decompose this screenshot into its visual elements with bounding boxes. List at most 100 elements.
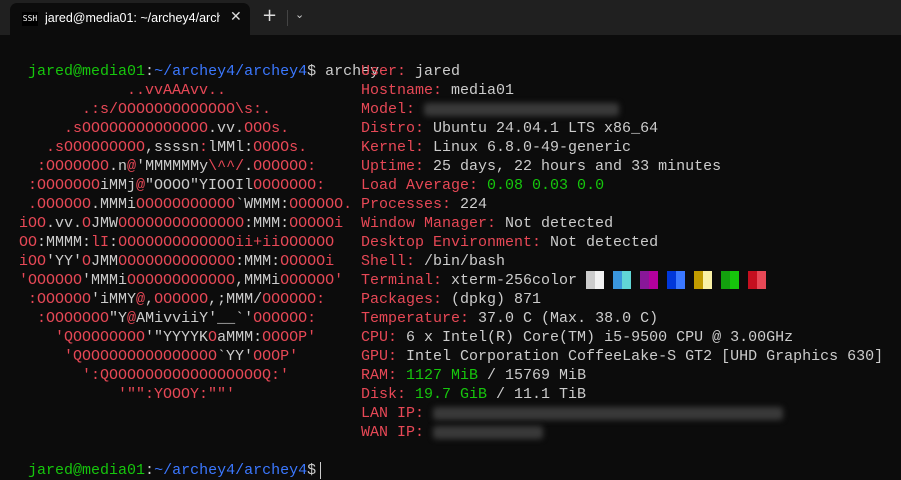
logo-line: OO:MMMM:lI:OOOOOOOOOOOOOii+iiOOOOOO [10,233,334,252]
color-swatch-pair [640,271,659,290]
tab-ssh-session[interactable]: SSH jared@media01: ~/archey4/archey4 ✕ [10,3,250,35]
logo-segment: 'MMMi [82,272,128,289]
logo-segment: OOOOP' [262,329,317,346]
close-tab-icon[interactable]: ✕ [230,9,242,25]
color-swatch [640,271,650,290]
logo-segment: OOOOOOOOOOOOOO [118,215,245,232]
info-value: 6 x Intel(R) Core(TM) i5-9500 CPU @ 3.00… [406,329,794,346]
logo-segment: @ [127,310,137,327]
tab-title: jared@media01: ~/archey4/archey4 [45,11,220,25]
logo-segment: ,MMMi [235,272,281,289]
info-label: Shell: [361,253,416,270]
info-value: Linux 6.8.0-49-generic [433,139,632,156]
info-value: / 15769 MiB [478,367,587,384]
logo-segment: iOO [10,253,47,270]
logo-segment: OOOOOO. [289,196,353,213]
info-label: Window Manager: [361,215,497,232]
logo-segment: JMW [91,215,119,232]
logo-line: :OOOOOO'iMMY@,OOOOOO,;MMM/OOOOOO: [10,290,325,309]
logo-segment: lMMl: [208,139,254,156]
color-swatch [613,271,623,290]
info-row: Packages: (dpkg) 871 [361,290,541,309]
info-value: / 11.1 TiB [487,386,587,403]
ssh-icon: SSH [22,12,38,26]
logo-segment: :MMM: [244,215,290,232]
logo-line: 'QOOOOOOOO'"YYYYKOaMMM:OOOOP' [10,328,316,347]
info-value-highlight: 19.7 GiB [415,386,488,403]
info-label: Desktop Environment: [361,234,542,251]
logo-segment: @ [127,158,137,175]
info-row: CPU: 6 x Intel(R) Core(TM) i5-9500 CPU @… [361,328,793,347]
color-swatch-pair [586,271,605,290]
prompt-colon: : [145,462,155,479]
logo-segment: ':QOOOOOOOOOOOOOOOOOQ:' [10,367,290,384]
info-value: 37.0 C (Max. 38.0 C) [478,310,659,327]
info-value-highlight: 0.08 0.03 0.0 [487,177,605,194]
redacted-value [424,102,620,116]
info-value: jared [415,63,461,80]
logo-segment: O [82,253,92,270]
info-label: Hostname: [361,82,443,99]
logo-segment: ,;MMM/ [208,291,263,308]
logo-line: ':QOOOOOOOOOOOOOOOOOQ:' [10,366,289,385]
logo-line: 'OOOOOO'MMMiOOOOOOOOOOOO,MMMiOOOOOO' [10,271,343,290]
logo-segment: OOOP' [253,348,299,365]
info-label: Model: [361,101,416,118]
redacted-value [433,406,784,420]
logo-segment: JMM [91,253,119,270]
info-label: WAN IP: [361,424,425,441]
new-tab-button[interactable]: + [262,5,277,26]
logo-segment: OOOOOO' [280,272,344,289]
logo-line: '"":YOOOY:""' [10,385,235,404]
prompt-user-host: jared@media01 [28,462,146,479]
logo-line: :OOOOOOO.n@'MMMMMMy\^^/.OOOOOO: [10,157,316,176]
info-row: RAM: 1127 MiB / 15769 MiB [361,366,586,385]
logo-segment: .:s/OOOOOOOOOOOOO\s:. [10,101,272,118]
logo-line: :OOOOOOO"Y@AMivviiY'__`'OOOOOO: [10,309,316,328]
logo-segment: :OOOOOOO [10,158,110,175]
info-label: GPU: [361,348,398,365]
logo-segment: O [82,215,92,232]
logo-line: 'QOOOOOOOOOOOOOOO`YY'OOOP' [10,347,298,366]
info-label: Temperature: [361,310,470,327]
color-swatch [622,271,632,290]
logo-segment: @ [136,291,146,308]
logo-segment: 'YY' [46,253,83,270]
logo-segment: iMMj [100,177,137,194]
logo-segment: OOOOOi [289,215,344,232]
logo-segment: OOOOOOOOOOOO [127,272,236,289]
color-swatch-pair [748,271,767,290]
logo-segment: OOOOOOOOOOO [136,196,236,213]
info-label: Terminal: [361,272,443,289]
info-value: Not detected [505,215,614,232]
logo-segment: .sOOOOOOOOO [10,139,146,156]
logo-segment: : [199,139,209,156]
info-label: User: [361,63,407,80]
color-swatch [757,271,767,290]
info-label: Kernel: [361,139,425,156]
info-value-highlight: 1127 MiB [406,367,479,384]
logo-segment: '"":YOOOY:""' [10,386,236,403]
info-row: Uptime: 25 days, 22 hours and 33 minutes [361,157,721,176]
color-swatch [676,271,686,290]
info-label: RAM: [361,367,398,384]
color-swatch-pair [721,271,740,290]
logo-segment: 'QOOOOOOOO [10,329,146,346]
info-label: Uptime: [361,158,425,175]
logo-segment: .vv. [208,120,245,137]
input-line[interactable]: jared@media01:~/archey4/archey4$ [10,442,322,479]
prompt-path: ~/archey4/archey4 [154,63,308,80]
logo-segment: "OOOO"YIOOIl [145,177,254,194]
logo-segment: :OOOOOOO [10,310,110,327]
color-swatch [730,271,740,290]
logo-segment: OOOOs. [253,139,308,156]
logo-segment: OOOOOO: [253,158,317,175]
chevron-down-icon[interactable]: ⌄ [295,8,304,21]
logo-segment: .vv. [46,215,83,232]
logo-segment: .MMMi [91,196,137,213]
logo-segment: 'iMMY [91,291,137,308]
logo-segment: : [109,234,119,251]
logo-line: .OOOOOO.MMMiOOOOOOOOOOO`WMMM:OOOOOO. [10,195,352,214]
color-swatch [703,271,713,290]
info-value: Ubuntu 24.04.1 LTS x86_64 [433,120,659,137]
